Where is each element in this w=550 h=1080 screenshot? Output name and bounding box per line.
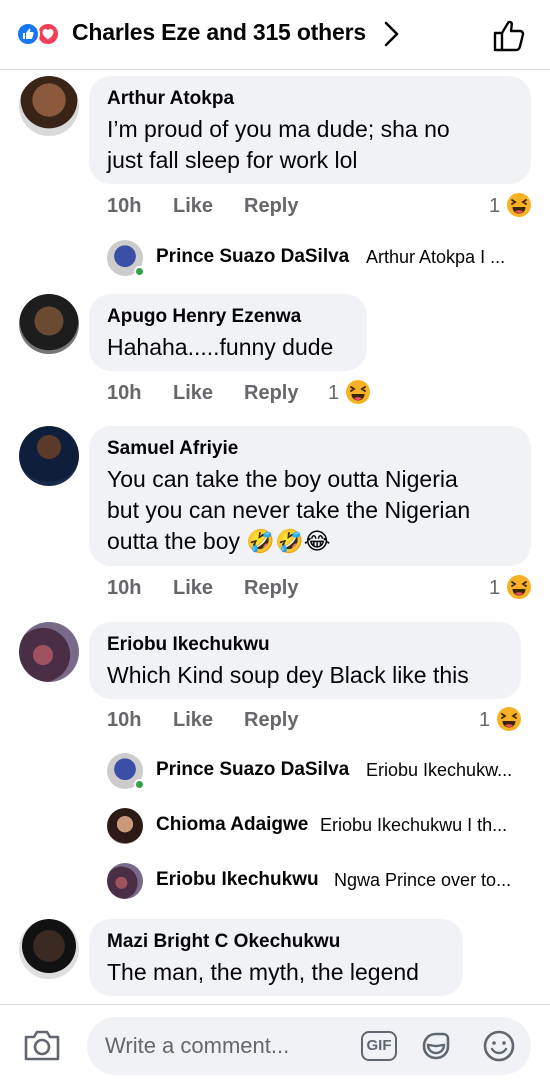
comment-text-line: outta the boy 🤣🤣😂 (107, 528, 331, 554)
comment-author[interactable]: Eriobu Ikechukwu (107, 633, 503, 657)
reaction-count[interactable]: 1 (328, 382, 339, 405)
reaction-count[interactable]: 1 (489, 195, 500, 218)
reply-preview[interactable]: Prince Suazo DaSilva Arthur Atokpa I ... (107, 240, 527, 277)
comment-author[interactable]: Samuel Afriyie (107, 437, 513, 461)
reply-snippet: Arthur Atokpa I ... (366, 247, 506, 267)
laughing-emoji-icon (507, 193, 531, 217)
comment-bubble[interactable]: Mazi Bright C Okechukwu The man, the myt… (89, 919, 463, 996)
comment-placeholder: Write a comment... (105, 1033, 290, 1058)
comment-bubble[interactable]: Samuel Afriyie You can take the boy outt… (89, 426, 531, 566)
comment-bubble[interactable]: Eriobu Ikechukwu Which Kind soup dey Bla… (89, 622, 521, 699)
reply-author[interactable]: Eriobu Ikechukwu (156, 869, 319, 891)
comment-composer: Write a comment... GIF (0, 1004, 550, 1080)
comment-text-line: The man, the myth, the legend (107, 959, 419, 985)
comment-time: 10h (107, 382, 142, 404)
emoji-icon[interactable] (482, 1029, 516, 1063)
reply-author[interactable]: Chioma Adaigwe (156, 814, 308, 836)
avatar[interactable] (107, 863, 143, 899)
sticker-icon[interactable] (419, 1029, 453, 1063)
comment-author[interactable]: Mazi Bright C Okechukwu (107, 930, 445, 954)
reaction-summary[interactable] (16, 22, 68, 46)
avatar[interactable] (19, 919, 79, 979)
reactions-title[interactable]: Charles Eze and 315 others (72, 19, 366, 46)
gif-icon[interactable]: GIF (361, 1031, 397, 1061)
comment-text-line: just fall sleep for work lol (107, 147, 358, 173)
reply-button[interactable]: Reply (244, 709, 298, 732)
like-button[interactable]: Like (173, 382, 213, 405)
comment-text-line: I’m proud of you ma dude; sha no (107, 116, 450, 142)
reaction-count[interactable]: 1 (479, 709, 490, 732)
comment-time: 10h (107, 195, 142, 217)
comment-input[interactable]: Write a comment... GIF (87, 1017, 531, 1075)
like-button[interactable]: Like (173, 577, 213, 600)
comment-text-line: but you can never take the Nigerian (107, 497, 471, 523)
reply-author[interactable]: Prince Suazo DaSilva (156, 759, 349, 781)
thumbs-up-icon[interactable] (492, 18, 528, 54)
comment-time: 10h (107, 709, 142, 731)
like-reaction-icon (16, 22, 40, 46)
reply-preview[interactable]: Prince Suazo DaSilva Eriobu Ikechukw... (107, 753, 527, 790)
camera-icon[interactable] (22, 1027, 62, 1063)
avatar[interactable] (19, 622, 79, 682)
avatar[interactable] (19, 426, 79, 486)
reactions-header: Charles Eze and 315 others (0, 0, 550, 70)
online-indicator (134, 266, 145, 277)
reply-preview[interactable]: Eriobu Ikechukwu Ngwa Prince over to... (107, 863, 527, 899)
chevron-right-icon[interactable] (380, 20, 402, 48)
avatar[interactable] (19, 76, 79, 136)
laughing-emoji-icon (507, 575, 531, 599)
reply-snippet: Eriobu Ikechukw... (366, 760, 513, 780)
comment-text-line: Hahaha.....funny dude (107, 334, 334, 360)
like-button[interactable]: Like (173, 195, 213, 218)
reply-snippet: Eriobu Ikechukwu I th... (320, 815, 508, 835)
reaction-count[interactable]: 1 (489, 577, 500, 600)
reply-button[interactable]: Reply (244, 382, 298, 405)
avatar[interactable] (107, 808, 143, 844)
laughing-emoji-icon (346, 380, 370, 404)
avatar[interactable] (19, 294, 79, 354)
like-button[interactable]: Like (173, 709, 213, 732)
reply-button[interactable]: Reply (244, 577, 298, 600)
reply-snippet: Ngwa Prince over to... (334, 870, 512, 890)
reply-button[interactable]: Reply (244, 195, 298, 218)
comment-author[interactable]: Arthur Atokpa (107, 87, 513, 111)
online-indicator (134, 779, 145, 790)
comment-text-line: Which Kind soup dey Black like this (107, 662, 469, 688)
comment-text-line: You can take the boy outta Nigeria (107, 466, 458, 492)
laughing-emoji-icon (497, 707, 521, 731)
reply-author[interactable]: Prince Suazo DaSilva (156, 246, 349, 268)
comment-author[interactable]: Apugo Henry Ezenwa (107, 305, 349, 329)
comment-bubble[interactable]: Apugo Henry Ezenwa Hahaha.....funny dude (89, 294, 367, 371)
reply-preview[interactable]: Chioma Adaigwe Eriobu Ikechukwu I th... (107, 808, 527, 844)
comment-time: 10h (107, 577, 142, 599)
comment-bubble[interactable]: Arthur Atokpa I’m proud of you ma dude; … (89, 76, 531, 184)
